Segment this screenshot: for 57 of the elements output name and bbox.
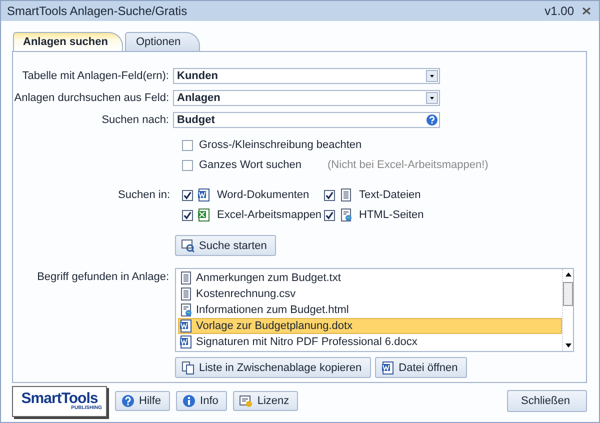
field-label: Tabelle mit Anlagen-Feld(ern): <box>21 70 170 82</box>
checkbox[interactable] <box>182 190 193 200</box>
word-document-icon <box>179 335 193 349</box>
text-file-icon <box>179 271 193 285</box>
word-document-icon <box>197 188 211 202</box>
dropdown[interactable]: Kunden <box>173 68 440 84</box>
list-item[interactable]: Informationen zum Budget.html <box>178 302 562 318</box>
web-file-icon <box>179 303 193 317</box>
search-window-icon <box>181 238 195 252</box>
list-item[interactable]: Signaturen mit Nitro PDF Professional 6.docx <box>178 334 562 350</box>
checkbox-label[interactable]: Excel-Arbeitsmappen <box>217 209 322 221</box>
hint-text: (Nicht bei Excel-Arbeitsmappen!) <box>328 159 488 171</box>
dropdown[interactable]: Anlagen <box>173 90 440 106</box>
footer-button[interactable]: Info <box>176 391 228 411</box>
scroll-down-arrow-icon[interactable] <box>564 343 572 348</box>
text-file-icon <box>179 287 193 301</box>
text-file-icon <box>339 188 353 202</box>
action-button[interactable]: Datei öffnen <box>374 357 467 378</box>
search-button[interactable]: Suche starten <box>175 235 276 256</box>
checkbox[interactable] <box>182 210 193 220</box>
field-label: Suchen nach: <box>100 114 170 126</box>
word-document-icon <box>179 319 193 333</box>
list-item[interactable]: Anmerkungen zum Budget.txt <box>178 270 562 286</box>
info-icon <box>182 394 196 408</box>
close-icon[interactable] <box>582 7 591 15</box>
checkbox-label[interactable]: Word-Dokumenten <box>217 189 310 201</box>
checkbox-label[interactable]: Gross-/Kleinschreibung beachten <box>199 139 362 151</box>
close-button[interactable]: Schließen <box>507 390 587 412</box>
scroll-up-arrow-icon[interactable] <box>564 272 572 277</box>
checkbox-label[interactable]: HTML-Seiten <box>359 209 424 221</box>
footer-button[interactable]: Lizenz <box>233 391 298 411</box>
checkbox-label[interactable]: Text-Dateien <box>359 189 421 201</box>
window-title: SmartTools Anlagen-Suche/Gratis <box>7 4 188 18</box>
word-document-icon <box>380 360 395 374</box>
action-button[interactable]: Liste in Zwischenablage kopieren <box>175 357 371 378</box>
tab[interactable]: Anlagen suchen <box>13 32 123 51</box>
field-label: Begriff gefunden in Anlage: <box>36 270 170 283</box>
web-file-icon <box>339 208 353 222</box>
version-label: v1.00 <box>544 4 574 18</box>
copy-icon <box>181 360 195 374</box>
checkbox[interactable] <box>182 160 193 170</box>
help-icon[interactable] <box>426 114 438 126</box>
scrollbar[interactable] <box>562 269 573 351</box>
checkbox[interactable] <box>182 140 193 150</box>
search-field[interactable]: Budget <box>173 112 440 128</box>
checkbox-label[interactable]: Ganzes Wort suchen <box>199 159 302 171</box>
checkbox[interactable] <box>324 190 335 200</box>
certificate-icon <box>239 394 254 408</box>
list-item[interactable]: Kostenrechnung.csv <box>178 286 562 302</box>
checkbox[interactable] <box>324 210 335 220</box>
list-item[interactable]: Vorlage zur Budgetplanung.dotx <box>178 318 562 334</box>
tab[interactable]: Optionen <box>124 32 200 51</box>
spreadsheet-icon <box>197 208 211 222</box>
footer-button[interactable]: Hilfe <box>115 391 170 411</box>
field-label: Suchen in: <box>117 188 171 203</box>
field-label: Anlagen durchsuchen aus Feld: <box>13 92 170 104</box>
help-icon <box>121 394 135 408</box>
